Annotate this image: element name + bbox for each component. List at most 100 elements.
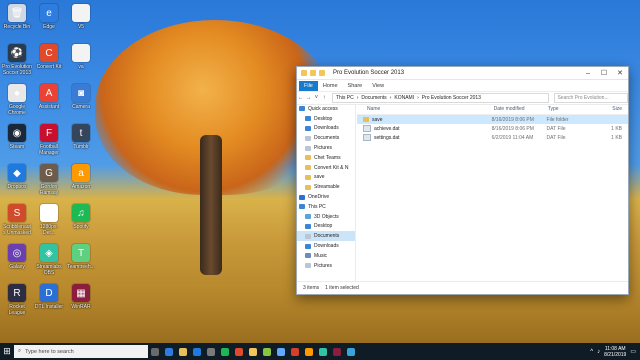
address-bar[interactable]: This PC › Documents › KONAMI › Pro Evolutio… [331,93,550,103]
nav-item[interactable]: Convert Kit & N [297,163,355,173]
taskbar-app-icon[interactable] [162,343,176,360]
tab-file[interactable]: File [299,80,318,91]
desktop-icon[interactable]: S Scribblenauts Unmasked [2,204,32,236]
nav-item[interactable]: Music [297,251,355,261]
nav-item-label: 3D Objects [314,213,339,220]
taskbar-app-icon[interactable] [302,343,316,360]
nav-item[interactable]: 3D Objects [297,212,355,222]
column-header-size[interactable]: Size [588,106,628,112]
file-explorer-window[interactable]: Pro Evolution Soccer 2013 – ☐ ✕ File Hom… [296,66,629,295]
file-row[interactable]: save 8/16/2019 8:06 PM File folder [357,115,628,124]
taskbar-search-box[interactable]: ⌕ Type here to search [14,345,148,358]
volume-icon[interactable]: ♪ [597,349,600,355]
taskbar-app-icon[interactable] [344,343,358,360]
desktop-icon[interactable]: C Convert Kit [34,44,64,70]
desktop-icon[interactable]: ◆ Dropbox [2,164,32,190]
nav-item[interactable]: Documents [297,231,355,242]
nav-item[interactable]: Documents [297,133,355,143]
taskbar-app-icon[interactable] [176,343,190,360]
nav-item[interactable]: This PC [297,202,355,212]
nav-item[interactable]: Desktop [297,222,355,232]
tab-share[interactable]: Share [343,81,368,91]
search-input[interactable]: Search Pro Evolution... [554,93,629,103]
desktop-icon[interactable]: ♫ Spotify [66,204,96,230]
action-center-icon[interactable]: ▭ [630,348,636,355]
taskbar-app-icon[interactable] [190,343,204,360]
desktop-icon[interactable]: A Assistant [34,84,64,110]
nav-item[interactable]: Desktop [297,114,355,124]
maximize-button[interactable]: ☐ [596,69,612,77]
breadcrumb-documents[interactable]: Documents [361,95,386,101]
column-header-date[interactable]: Date modified [494,106,548,112]
nav-item[interactable]: save [297,173,355,183]
desktop-icon[interactable]: V5 [66,4,96,30]
desktop-icon[interactable]: t Tumblr [66,124,96,150]
start-button[interactable]: ⊞ [0,343,14,360]
clock[interactable]: 11:08 AM 8/21/2019 [604,346,626,358]
back-arrow-icon[interactable]: ← [297,95,305,101]
column-header-name[interactable]: Name [357,106,494,112]
desktop-icon[interactable]: a Amazon [66,164,96,190]
desktop-icon-label: Amazon [71,184,91,190]
taskbar-app-icon[interactable] [260,343,274,360]
taskbar-app-icon[interactable] [218,343,232,360]
desktop-icon[interactable]: ◉ Steam [2,124,32,150]
nav-item[interactable]: OneDrive [297,192,355,202]
app-icon: ◆ [8,164,26,182]
column-header-type[interactable]: Type [548,106,589,112]
taskbar-app-icon[interactable] [204,343,218,360]
file-row[interactable]: settings.dat 6/2/2019 11:04 AM DAT File 1 K… [357,133,628,142]
close-button[interactable]: ✕ [612,69,628,77]
file-row[interactable]: achieve.dat 8/16/2019 8:06 PM DAT File 1 KB [357,124,628,133]
desktop-icon[interactable]: T Teamtreeh... [66,244,96,270]
forward-arrow-icon[interactable]: → [305,95,313,101]
nav-item[interactable]: Downloads [297,241,355,251]
taskbar-app-icon[interactable] [330,343,344,360]
folder-icon [305,116,311,122]
desktop-icon[interactable]: va [66,44,96,70]
breadcrumb-this-pc[interactable]: This PC [336,95,354,101]
app-icon [291,347,299,356]
properties-icon[interactable] [310,70,316,76]
minimize-button[interactable]: – [580,70,596,77]
folder-icon [305,145,311,151]
tab-view[interactable]: View [367,81,389,91]
taskbar-app-icon[interactable] [288,343,302,360]
nav-item[interactable]: Chet Teams [297,153,355,163]
chevron-down-icon[interactable]: ˅ [312,95,320,101]
breadcrumb-current-folder[interactable]: Pro Evolution Soccer 2013 [422,95,481,101]
desktop-icon[interactable]: ◎ Galaxy [2,244,32,270]
tab-home[interactable]: Home [318,81,343,91]
new-folder-icon[interactable] [319,70,325,76]
quick-access-toolbar[interactable] [301,70,325,76]
desktop-icon[interactable]: 🗑 Recycle Bin [2,4,32,30]
nav-item[interactable]: Pictures [297,261,355,271]
desktop-icon[interactable]: ▦ WinRAR [66,284,96,310]
desktop-icon[interactable]: ◙ Camera [66,84,96,110]
nav-item[interactable]: Downloads [297,124,355,134]
desktop-icon-label: Tumblr [73,144,89,150]
taskbar-app-icon[interactable] [246,343,260,360]
taskbar-app-icon[interactable] [232,343,246,360]
desktop-icon[interactable]: ◈ Streamlabs OBS [34,244,64,276]
nav-item[interactable]: Pictures [297,143,355,153]
breadcrumb-konami[interactable]: KONAMI [394,95,414,101]
app-icon [333,347,341,356]
desktop-icon[interactable]: G Gordon Ramsay [34,164,64,196]
nav-item[interactable]: Streamable [297,182,355,192]
desktop-icon[interactable]: ⚽ Pro Evolution Soccer 2013 [2,44,32,76]
desktop-icon[interactable]: D DTL Installer [34,284,64,310]
desktop-icon[interactable]: R Rocket League [2,284,32,316]
nav-item[interactable]: Quick access [297,104,355,114]
up-arrow-icon[interactable]: ↑ [320,95,328,101]
taskbar-app-icon[interactable] [274,343,288,360]
desktop-icon[interactable]: ● Google Chrome [2,84,32,116]
app-icon [277,347,285,356]
taskbar-app-icon[interactable] [316,343,330,360]
desktop-icon[interactable]: F Football Manager [34,124,64,156]
title-bar[interactable]: Pro Evolution Soccer 2013 – ☐ ✕ [297,67,628,80]
desktop-icon[interactable]: 1280px-Det... [34,204,64,236]
notification-chevron-icon[interactable]: ^ [590,349,593,355]
taskbar-app-icon[interactable] [148,343,162,360]
desktop-icon[interactable]: e Edge [34,4,64,30]
